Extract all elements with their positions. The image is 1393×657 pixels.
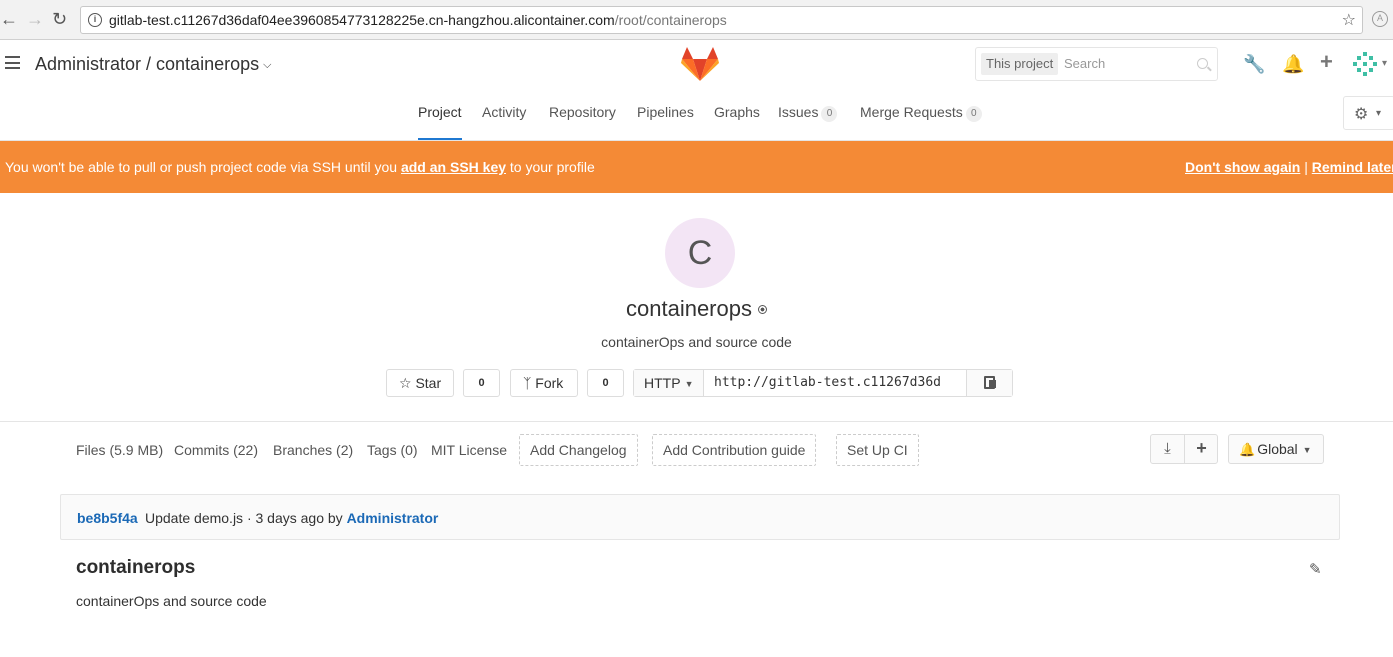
fork-label: Fork [535, 375, 564, 391]
readme-title: containerops [76, 557, 196, 578]
project-name-text: containerops [626, 296, 752, 321]
address-bar[interactable]: i gitlab-test.c11267d36daf04ee3960854773… [80, 6, 1363, 34]
clipboard-icon [984, 376, 996, 389]
pencil-icon[interactable]: ✎ [1309, 560, 1322, 578]
project-avatar: C [665, 218, 735, 288]
protocol-label: HTTP [644, 375, 681, 391]
search-input[interactable]: Search [1064, 56, 1105, 71]
search-scope-badge[interactable]: This project [981, 53, 1059, 75]
globe-icon [757, 305, 767, 314]
star-label: Star [415, 375, 442, 391]
files-link[interactable]: Files (5.9 MB) [76, 442, 163, 458]
tab-label: Graphs [714, 104, 760, 120]
hamburger-menu-icon[interactable] [5, 56, 20, 69]
add-file-plus-icon[interactable]: + [1185, 435, 1218, 463]
clone-url-group: HTTP ▼ http://gitlab-test.c11267d36d [633, 369, 1013, 397]
chevron-down-icon[interactable]: ⌵ [263, 59, 271, 71]
last-commit-panel: be8b5f4a Update demo.js · 3 days ago by … [60, 494, 1340, 540]
commit-message: Update demo.js · 3 days ago by Administr… [145, 510, 438, 526]
browser-toolbar: ← → ↻ i gitlab-test.c11267d36daf04ee3960… [0, 0, 1393, 40]
fork-count[interactable]: 0 [587, 369, 624, 397]
chevron-down-icon: ▾ [1376, 108, 1382, 119]
chevron-down-icon: ▼ [1302, 445, 1312, 455]
project-nav: Project Activity Repository Pipelines Gr… [0, 90, 1393, 140]
banner-actions: Don't show again | Remind later [1185, 159, 1393, 175]
commit-message-text[interactable]: Update demo.js · 3 days ago by [145, 510, 343, 526]
search-box[interactable]: This project Search [975, 47, 1218, 81]
tab-project[interactable]: Project [418, 104, 462, 140]
ssh-key-warning-banner: You won't be able to pull or push projec… [0, 141, 1393, 193]
back-arrow-icon[interactable]: ← [0, 9, 18, 29]
page-title-text: Administrator / containerops [35, 54, 260, 74]
chevron-down-icon: ▼ [684, 379, 694, 389]
bookmark-star-icon[interactable]: ☆ [1342, 10, 1356, 30]
divider [0, 421, 1393, 422]
star-button[interactable]: ☆ Star [386, 369, 454, 397]
gitlab-header: Administrator / containerops ⌵ This proje… [0, 40, 1393, 90]
commits-link[interactable]: Commits (22) [174, 442, 258, 458]
project-name: containerops [0, 296, 1393, 322]
plus-icon[interactable]: + [1320, 51, 1333, 73]
gear-icon: ⚙ [1354, 106, 1369, 123]
info-icon[interactable]: i [88, 13, 102, 27]
branches-link[interactable]: Branches (2) [273, 442, 353, 458]
tab-label: Issues [778, 104, 819, 120]
banner-message: You won't be able to pull or push projec… [5, 159, 595, 175]
remind-later-link[interactable]: Remind later [1312, 159, 1393, 175]
tab-graphs[interactable]: Graphs [714, 104, 760, 140]
notification-level: Global [1257, 441, 1298, 457]
tab-merge-requests[interactable]: Merge Requests 0 [860, 104, 982, 140]
fork-button[interactable]: ᛉ Fork [510, 369, 578, 397]
wrench-icon[interactable]: 🔧 [1243, 53, 1265, 75]
add-ssh-key-link[interactable]: add an SSH key [401, 159, 506, 175]
tab-issues[interactable]: Issues 0 [778, 104, 838, 140]
download-add-group: ⤓ + [1150, 434, 1218, 464]
tab-repository[interactable]: Repository [549, 104, 616, 140]
banner-text: You won't be able to pull or push projec… [5, 159, 398, 175]
project-settings-button[interactable]: ⚙ ▾ [1343, 96, 1393, 130]
search-icon[interactable] [1197, 58, 1208, 69]
user-avatar[interactable] [1352, 51, 1378, 77]
tab-label: Project [418, 104, 462, 120]
readme-body: containerOps and source code [76, 593, 267, 609]
tab-label: Pipelines [637, 104, 694, 120]
download-icon[interactable]: ⤓ [1151, 435, 1185, 463]
tab-label: Activity [482, 104, 527, 120]
reload-icon[interactable]: ↻ [52, 9, 67, 29]
project-description: containerOps and source code [601, 334, 792, 350]
tags-link[interactable]: Tags (0) [367, 442, 418, 458]
bell-icon: 🔔 [1239, 442, 1256, 457]
url-path: /root/containerops [614, 12, 727, 28]
commit-sha-link[interactable]: be8b5f4a [77, 510, 138, 526]
banner-separator: | [1304, 159, 1308, 175]
fork-icon: ᛉ [523, 375, 532, 391]
forward-arrow-icon[interactable]: → [26, 9, 44, 29]
add-changelog-button[interactable]: Add Changelog [519, 434, 638, 466]
notification-dropdown[interactable]: 🔔 Global ▼ [1228, 434, 1324, 464]
url-host: gitlab-test.c11267d36daf04ee396085477312… [109, 12, 615, 28]
add-contribution-guide-button[interactable]: Add Contribution guide [652, 434, 817, 466]
extension-icon[interactable]: A [1372, 11, 1388, 27]
banner-text-suffix: to your profile [509, 159, 595, 175]
tab-label: Repository [549, 104, 616, 120]
merge-requests-count-badge: 0 [965, 106, 982, 122]
copy-url-button[interactable] [966, 370, 1012, 396]
protocol-dropdown[interactable]: HTTP ▼ [634, 370, 704, 396]
tab-pipelines[interactable]: Pipelines [637, 104, 694, 140]
tab-activity[interactable]: Activity [482, 104, 526, 140]
issues-count-badge: 0 [821, 106, 838, 122]
user-menu-caret-icon[interactable]: ▾ [1382, 58, 1387, 69]
bell-icon[interactable]: 🔔 [1282, 53, 1304, 75]
tab-label: Merge Requests [860, 104, 963, 120]
dont-show-again-link[interactable]: Don't show again [1185, 159, 1300, 175]
page-title[interactable]: Administrator / containerops ⌵ [35, 54, 271, 75]
clone-url-input[interactable]: http://gitlab-test.c11267d36d [714, 370, 966, 396]
star-count[interactable]: 0 [463, 369, 500, 397]
star-icon: ☆ [399, 375, 412, 391]
gitlab-logo-icon[interactable] [681, 46, 719, 82]
url-text[interactable]: gitlab-test.c11267d36daf04ee396085477312… [109, 12, 727, 28]
set-up-ci-button[interactable]: Set Up CI [836, 434, 919, 466]
license-link[interactable]: MIT License [431, 442, 507, 458]
commit-author-link[interactable]: Administrator [347, 510, 439, 526]
